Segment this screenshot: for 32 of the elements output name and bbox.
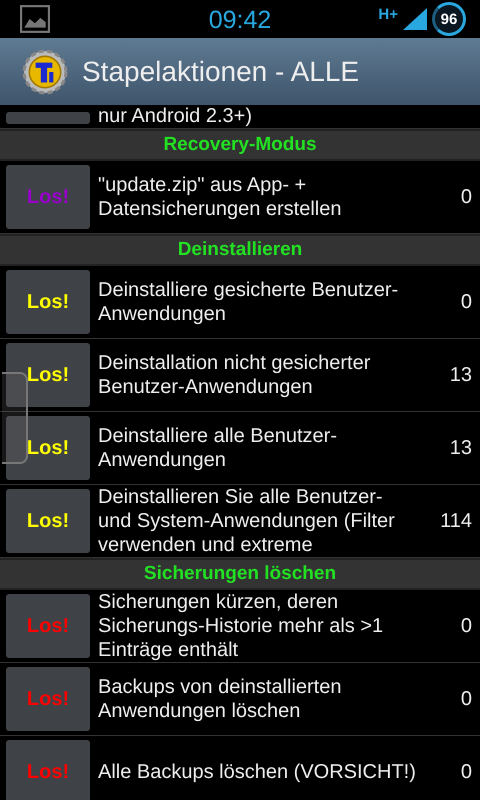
item-count: 114 [440, 510, 472, 532]
battery-indicator: 96 [432, 2, 466, 36]
item-count: 0 [460, 760, 472, 784]
item-count: 13 [450, 436, 472, 460]
section-header: Deinstallieren [0, 234, 480, 266]
item-count: 13 [450, 364, 472, 386]
go-button[interactable]: Los! [6, 489, 90, 553]
app-logo-icon [22, 48, 68, 94]
item-count: 0 [460, 186, 472, 208]
fast-scroll-handle[interactable] [2, 372, 28, 464]
screen-title: Stapelaktionen - ALLE [82, 56, 360, 88]
action-label: Deinstallation nicht gesicherter Benutzer-Anwendungen [98, 351, 372, 399]
signal-icon [402, 7, 428, 31]
action-label: Deinstalliere gesicherte Benutzer-Anwendungen [98, 278, 400, 326]
clock: 09:42 [208, 6, 272, 35]
action-label: "update.zip" aus App- + Datensicherungen erstellen [98, 173, 342, 221]
network-type: H+ [378, 6, 398, 23]
action-label: Deinstalliere alle Benutzer-Anwendungen [98, 424, 338, 472]
go-button[interactable]: Los! [6, 416, 90, 480]
go-button[interactable]: Los! [6, 270, 90, 334]
section-header: Recovery-Modus [0, 129, 480, 161]
go-button[interactable]: Los! [6, 343, 90, 407]
action-label: nur Android 2.3+) [98, 105, 253, 128]
action-label: Alle Backups löschen (VORSICHT!) [98, 760, 416, 784]
action-label: Deinstallieren Sie alle Benutzer- und System-Anwendungen (Filter verwenden und extreme [98, 485, 396, 557]
image-icon [20, 5, 50, 33]
item-count: 0 [460, 614, 472, 638]
action-label: Backups von deinstallierten Anwendungen löschen [98, 675, 342, 723]
section-header: Sicherungen löschen [0, 558, 480, 590]
action-label: Sicherungen kürzen, deren Sicherungs-Historie mehr als >1 Einträge enthält [98, 590, 384, 662]
item-count: 0 [460, 290, 472, 314]
item-count: 0 [460, 688, 472, 710]
